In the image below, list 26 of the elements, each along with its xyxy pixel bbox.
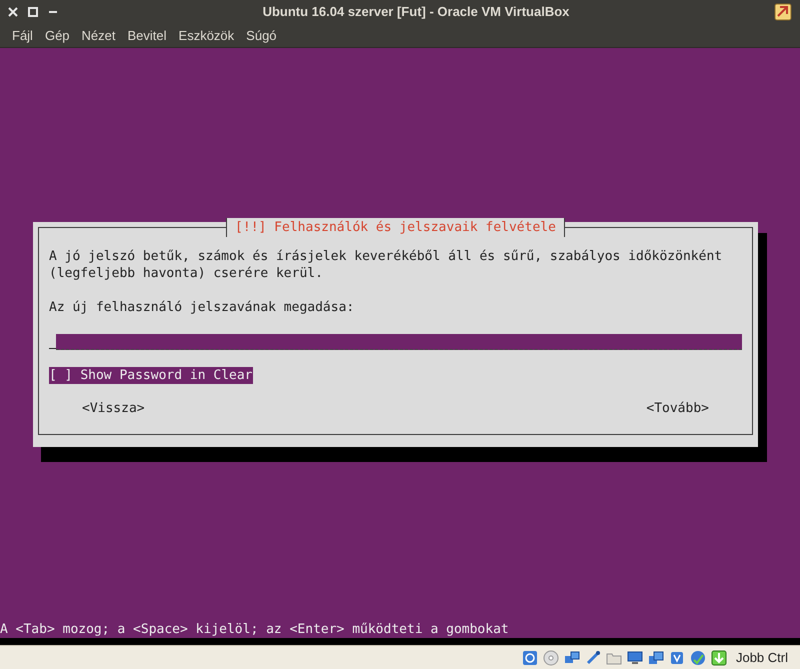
windows-icon[interactable] xyxy=(648,650,664,666)
download-icon[interactable] xyxy=(710,650,727,666)
show-password-checkbox[interactable]: [ ] Show Password in Clear xyxy=(49,367,252,384)
display-icon[interactable] xyxy=(626,650,643,666)
network-icon[interactable] xyxy=(564,650,580,666)
window-title: Ubuntu 16.04 szerver [Fut] - Oracle VM VirtualBox xyxy=(262,3,570,22)
host-key-label: Jobb Ctrl xyxy=(736,648,788,667)
dialog-title: [!!] Felhasználók és jelszavaik felvétele xyxy=(226,218,565,237)
menu-item[interactable]: Fájl xyxy=(6,26,39,46)
optical-disc-icon[interactable] xyxy=(542,650,559,666)
app-icon xyxy=(774,3,792,21)
menu-item[interactable]: Eszközök xyxy=(172,26,240,46)
back-button[interactable]: <Vissza> xyxy=(82,400,145,417)
menu-item[interactable]: Bevitel xyxy=(122,26,173,46)
password-field[interactable] xyxy=(56,334,742,350)
keyboard-hint: A <Tab> mozog; a <Space> kijelöl; az <Enter> működteti a gombokat xyxy=(0,621,510,638)
close-icon[interactable] xyxy=(8,7,18,17)
menu-item[interactable]: Gép xyxy=(38,26,76,46)
dialog-message: A jó jelszó betűk, számok és írásjelek keverékéből áll és sűrű, szabályos időközönként (legfeljebb havonta) cserére kerül. xyxy=(49,248,724,282)
maximize-icon[interactable] xyxy=(28,7,38,17)
menu-item[interactable]: Nézet xyxy=(76,26,122,46)
menu-item[interactable]: Súgó xyxy=(240,26,283,46)
next-button[interactable]: <Tovább> xyxy=(646,400,709,417)
text-cursor xyxy=(49,348,56,349)
chip-icon[interactable] xyxy=(668,650,685,666)
prompt-label: Az új felhasználó jelszavának megadása: xyxy=(49,299,356,316)
